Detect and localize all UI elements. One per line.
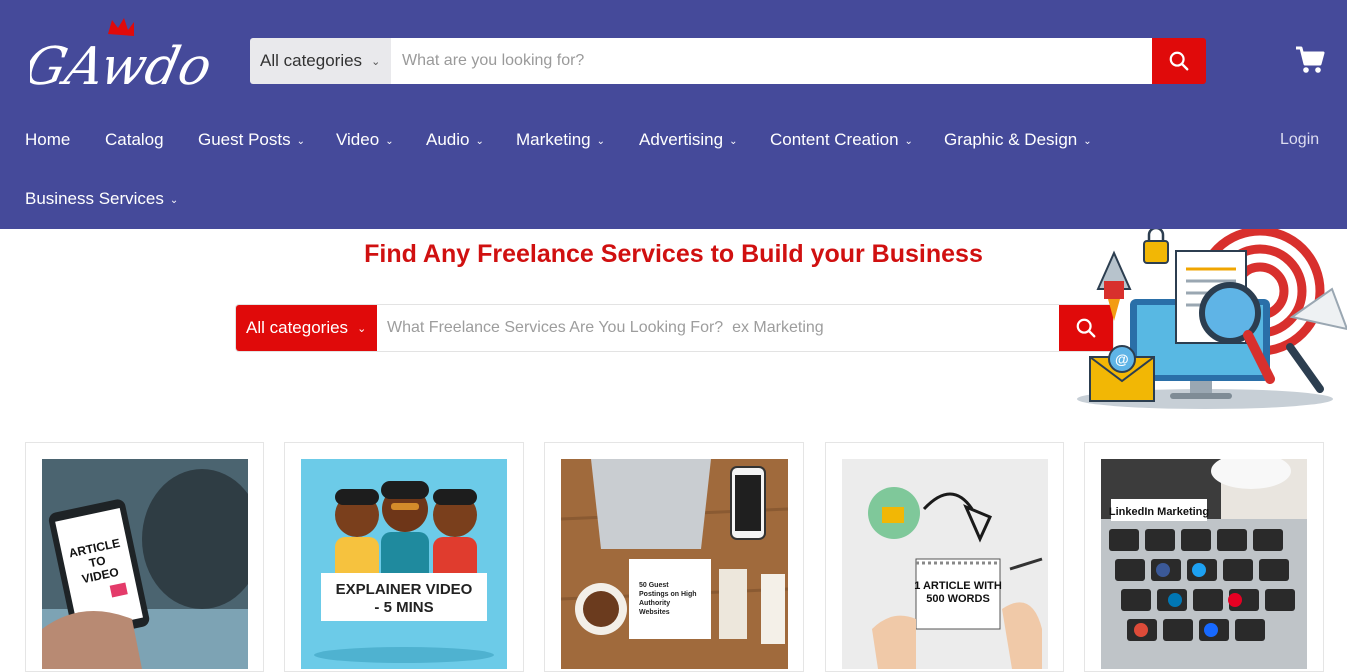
chevron-down-icon: ⌄ [371, 55, 381, 68]
product-image-text: EXPLAINER VIDEO [336, 581, 473, 598]
product-image: EXPLAINER VIDEO - 5 MINS [301, 459, 507, 669]
product-card[interactable]: EXPLAINER VIDEO - 5 MINS [284, 442, 524, 672]
hero-category-label: All categories [246, 318, 349, 337]
product-card[interactable]: 1 ARTICLE WITH 500 WORDS [825, 442, 1064, 672]
product-image-text: LinkedIn Marketing [1109, 506, 1209, 518]
site-header: GAwdo All categories ⌄ Home Catalog Gues… [0, 0, 1347, 229]
product-image-text: 50 Guest [639, 582, 669, 589]
nav-guest-posts-label: Guest Posts [198, 130, 291, 149]
product-image: 50 Guest Postings on High Authority Webs… [561, 459, 788, 669]
nav-home[interactable]: Home [25, 130, 70, 150]
product-card[interactable]: LinkedIn Marketing [1084, 442, 1324, 672]
product-card[interactable]: ARTICLE TO VIDEO [25, 442, 264, 672]
nav-catalog[interactable]: Catalog [105, 130, 164, 150]
header-search-input[interactable] [391, 38, 1152, 84]
chevron-down-icon: ⌄ [596, 135, 606, 147]
marketing-illustration: @ [1070, 226, 1347, 414]
product-card[interactable]: 50 Guest Postings on High Authority Webs… [544, 442, 804, 672]
nav-marketing[interactable]: Marketing ⌄ [516, 130, 605, 150]
product-image-text: Postings on High [639, 591, 697, 598]
nav-guest-posts[interactable]: Guest Posts ⌄ [198, 130, 305, 150]
chevron-down-icon: ⌄ [169, 194, 179, 206]
chevron-down-icon: ⌄ [1083, 135, 1092, 147]
chevron-down-icon: ⌄ [385, 135, 394, 147]
nav-video-label: Video [336, 130, 380, 149]
chevron-down-icon: ⌄ [904, 135, 913, 147]
nav-audio-label: Audio [426, 130, 470, 149]
product-image: LinkedIn Marketing [1101, 459, 1307, 669]
nav-graphic-design[interactable]: Graphic & Design ⌄ [944, 130, 1092, 150]
nav-catalog-label: Catalog [105, 130, 164, 149]
chevron-down-icon: ⌄ [296, 135, 305, 147]
product-image: ARTICLE TO VIDEO [42, 459, 248, 669]
nav-business-services[interactable]: Business Services ⌄ [25, 189, 178, 209]
chevron-down-icon: ⌄ [357, 322, 367, 335]
hero-search-input[interactable] [377, 305, 1059, 351]
search-icon [1169, 51, 1189, 71]
hero-search-bar: All categories ⌄ [236, 305, 1113, 351]
nav-advertising[interactable]: Advertising ⌄ [639, 130, 738, 150]
header-category-select[interactable]: All categories ⌄ [250, 38, 391, 84]
nav-marketing-label: Marketing [516, 130, 591, 149]
nav-business-services-label: Business Services [25, 189, 164, 208]
hero-category-select[interactable]: All categories ⌄ [236, 305, 377, 351]
chevron-down-icon: ⌄ [475, 135, 484, 147]
cart-button[interactable] [1294, 44, 1326, 76]
nav-advertising-label: Advertising [639, 130, 724, 149]
product-image-text: - 5 MINS [374, 599, 433, 616]
cart-icon [1296, 46, 1325, 73]
logo-wordmark: GAwdo [30, 37, 215, 97]
nav-content-creation-label: Content Creation [770, 130, 899, 149]
nav-graphic-design-label: Graphic & Design [944, 130, 1078, 149]
site-logo[interactable]: GAwdo [18, 14, 217, 104]
product-image-text: 500 WORDS [926, 593, 990, 605]
header-category-label: All categories [260, 51, 363, 70]
nav-video[interactable]: Video ⌄ [336, 130, 394, 150]
product-image-text: 1 ARTICLE WITH [914, 580, 1002, 592]
header-search-button[interactable] [1152, 38, 1206, 84]
header-search-bar: All categories ⌄ [250, 38, 1206, 84]
nav-home-label: Home [25, 130, 71, 149]
login-link[interactable]: Login [1280, 131, 1319, 149]
svg-text:@: @ [1115, 351, 1129, 367]
nav-audio[interactable]: Audio ⌄ [426, 130, 484, 150]
chevron-down-icon: ⌄ [729, 135, 738, 147]
product-image-text: Authority [639, 600, 670, 607]
nav-content-creation[interactable]: Content Creation ⌄ [770, 130, 913, 150]
product-image-text: Websites [639, 609, 670, 616]
product-image: 1 ARTICLE WITH 500 WORDS [842, 459, 1048, 669]
